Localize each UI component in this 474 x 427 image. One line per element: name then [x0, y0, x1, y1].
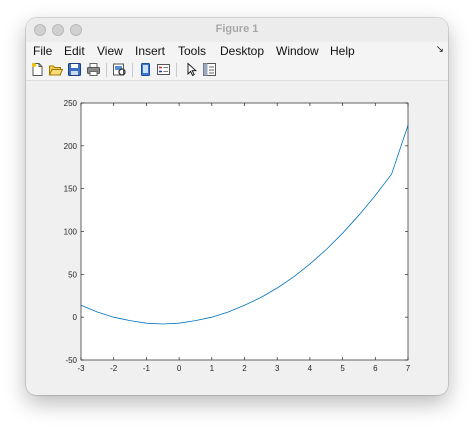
- y-tick-label: 0: [73, 313, 78, 322]
- x-tick-label: 5: [340, 364, 345, 373]
- axes-background: [81, 103, 408, 360]
- x-tick-label: 6: [373, 364, 378, 373]
- axes-plot[interactable]: -3 -2 -1 0 1 2 3 4 5 6 7 -50 0 50 100 150 200 250: [26, 18, 448, 395]
- y-tick-label: 150: [64, 185, 78, 194]
- y-tick-label: 100: [64, 228, 78, 237]
- x-tick-label: -2: [110, 364, 118, 373]
- x-tick-label: 2: [242, 364, 247, 373]
- x-tick-label: 4: [308, 364, 313, 373]
- y-tick-label: -50: [65, 356, 77, 365]
- x-tick-label: 7: [406, 364, 411, 373]
- y-tick-label: 50: [68, 270, 77, 279]
- x-tick-label: -3: [77, 364, 85, 373]
- y-tick-label: 250: [64, 99, 78, 108]
- x-tick-label: -1: [143, 364, 151, 373]
- y-tick-label: 200: [64, 142, 78, 151]
- x-tick-label: 3: [275, 364, 280, 373]
- x-tick-label: 0: [177, 364, 182, 373]
- figure-window: Figure 1 File Edit View Insert Tools Des…: [26, 18, 448, 395]
- x-tick-label: 1: [210, 364, 215, 373]
